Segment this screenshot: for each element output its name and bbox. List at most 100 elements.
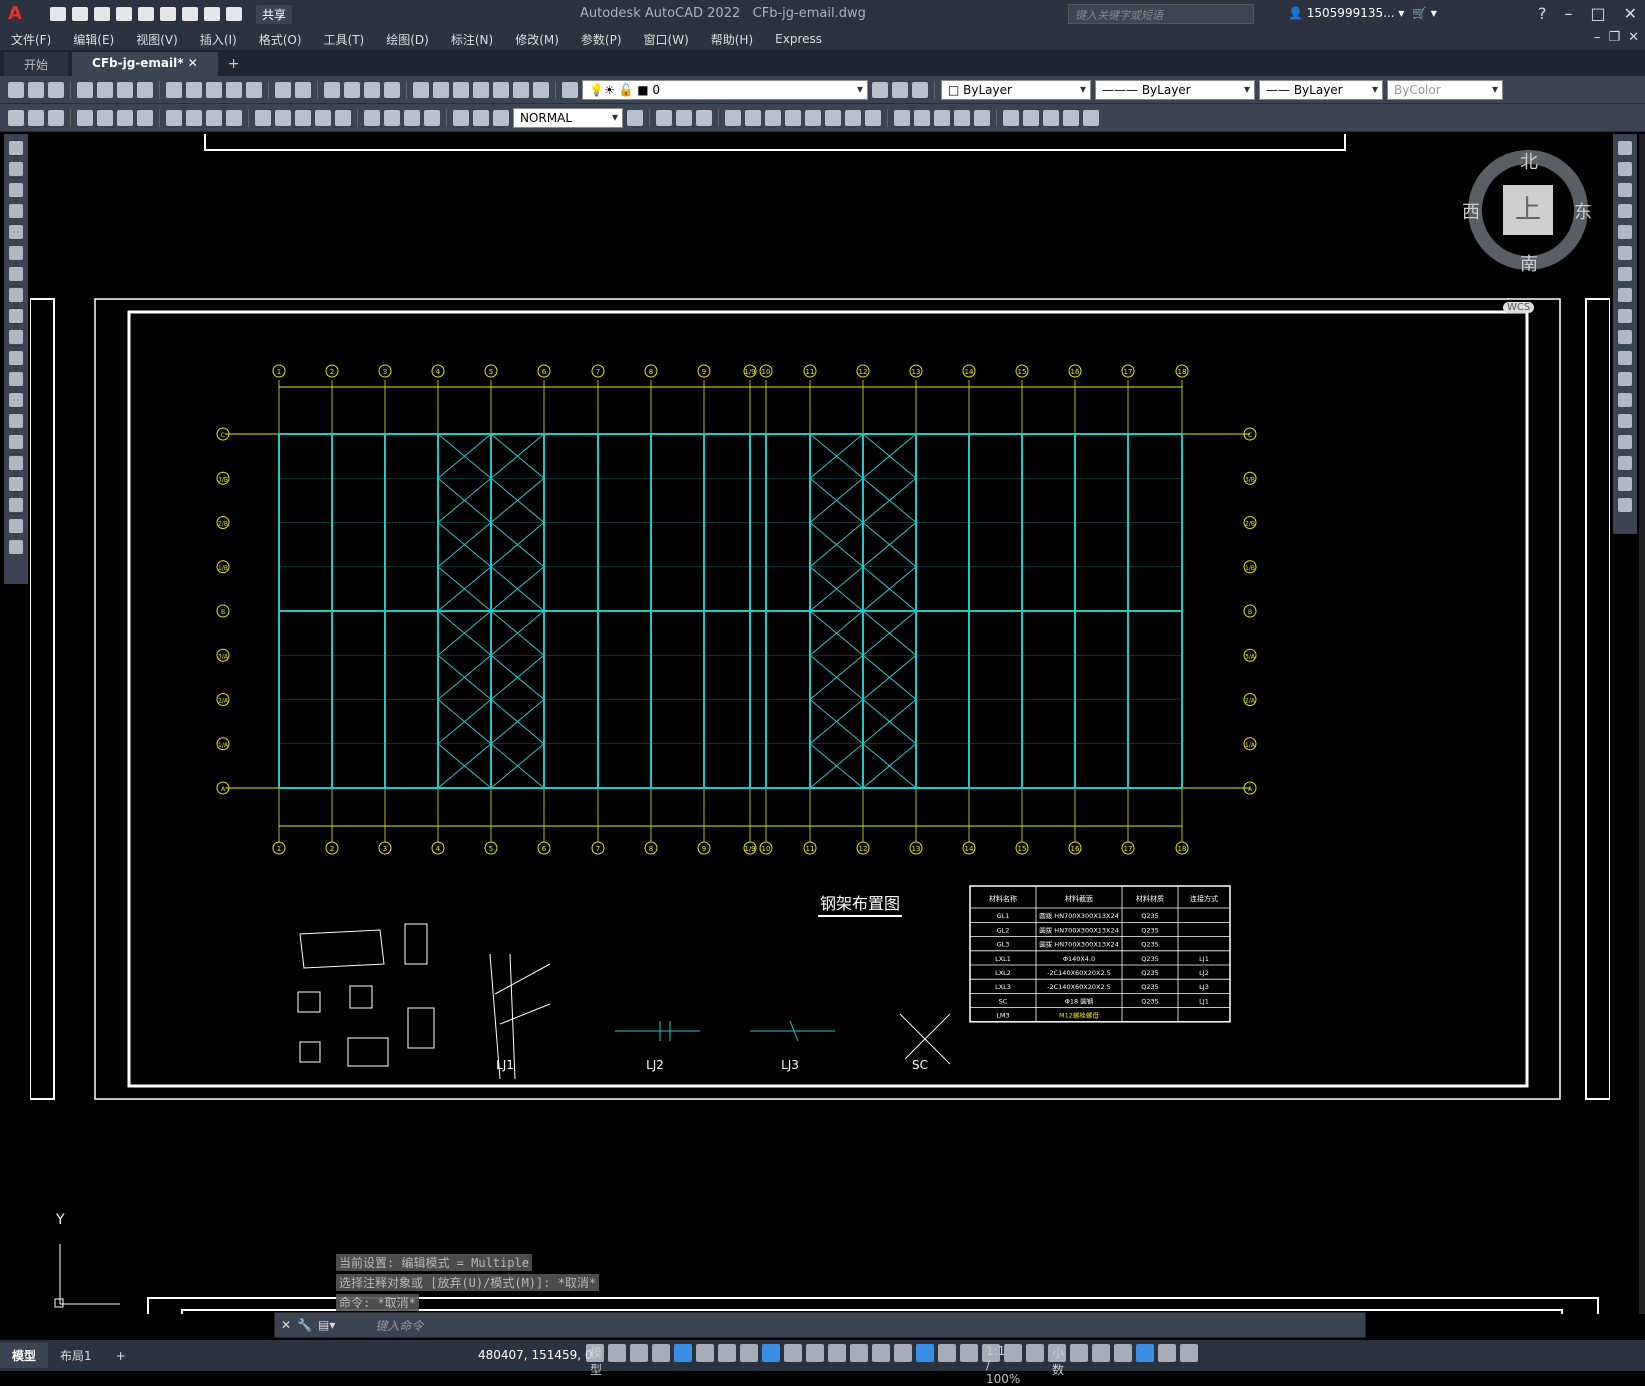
region-icon[interactable] — [1043, 109, 1059, 126]
quick-dim-icon[interactable] — [255, 109, 271, 126]
layer-previous-icon[interactable] — [892, 81, 908, 98]
rotate-right-icon[interactable] — [1618, 267, 1632, 281]
line-icon[interactable] — [9, 141, 23, 155]
hatch-left-icon[interactable] — [9, 435, 23, 449]
explode-icon[interactable] — [974, 109, 990, 126]
inspect-icon[interactable] — [404, 109, 420, 126]
close-icon[interactable]: ✕ — [1624, 4, 1637, 23]
diameter-dim-icon[interactable] — [206, 109, 222, 126]
cut-icon[interactable] — [166, 81, 182, 98]
trim-icon[interactable] — [845, 109, 861, 126]
units-dropdown[interactable]: 小数 — [1048, 1344, 1066, 1377]
polyline-icon[interactable] — [9, 183, 23, 197]
otrack-icon[interactable] — [740, 1344, 758, 1362]
construction-line-icon[interactable] — [9, 162, 23, 176]
tab-drawing[interactable]: CFb-jg-email* ✕ — [72, 52, 218, 76]
center-mark-icon[interactable] — [384, 109, 400, 126]
menu-modify[interactable]: 修改(M) — [504, 31, 570, 48]
menu-help[interactable]: 帮助(H) — [700, 31, 764, 48]
offset-icon[interactable] — [725, 109, 741, 126]
color-dropdown[interactable]: □ ByLayer — [941, 79, 1091, 100]
arc-icon[interactable] — [9, 246, 23, 260]
stretch-right-icon[interactable] — [1618, 309, 1632, 323]
insert-icon[interactable] — [9, 372, 23, 386]
3d-osnap-icon[interactable] — [850, 1344, 868, 1362]
menu-insert[interactable]: 插入(I) — [189, 31, 248, 48]
layer-dropdown[interactable]: 💡☀ 🔓 ■ 0 — [582, 79, 868, 100]
dim-space-icon[interactable] — [315, 109, 331, 126]
copy-icon[interactable] — [186, 81, 202, 98]
point-icon[interactable] — [9, 414, 23, 428]
tool-palettes-icon[interactable] — [453, 81, 469, 98]
move-right-icon[interactable] — [1618, 246, 1632, 260]
dim-text-edit-icon[interactable] — [473, 109, 489, 126]
dimstyle-dropdown[interactable]: NORMAL — [513, 107, 623, 128]
mtext-icon[interactable] — [1083, 109, 1099, 126]
gizmo-icon[interactable] — [916, 1344, 934, 1362]
tab-model[interactable]: 模型 — [0, 1343, 49, 1368]
make-block-icon[interactable] — [28, 109, 44, 126]
new-icon[interactable] — [50, 7, 66, 21]
dim-break-icon[interactable] — [335, 109, 351, 126]
ellipse-arc-icon[interactable] — [9, 351, 23, 365]
menu-express[interactable]: Express — [764, 32, 833, 46]
infer-icon[interactable] — [652, 1344, 670, 1362]
model-space-toggle[interactable]: 模型 — [586, 1344, 604, 1377]
print-preview-icon[interactable] — [97, 81, 113, 98]
save-as-icon[interactable] — [116, 7, 132, 21]
drawing-canvas[interactable]: 1122334455667788991/91/91010111112121313… — [30, 134, 1610, 1314]
menu-view[interactable]: 视图(V) — [125, 31, 189, 48]
annotation-visibility-icon[interactable] — [938, 1344, 956, 1362]
calculator-icon[interactable] — [513, 81, 529, 98]
insert-block-icon[interactable] — [8, 109, 24, 126]
ordinate-dim-icon[interactable] — [137, 109, 153, 126]
gradient-icon[interactable] — [1023, 109, 1039, 126]
zoom-previous-icon[interactable] — [384, 81, 400, 98]
qnew-icon[interactable] — [8, 81, 24, 98]
dim-update-icon[interactable] — [493, 109, 509, 126]
make-current-icon[interactable] — [872, 81, 888, 98]
help-icon[interactable]: ? — [1538, 4, 1547, 23]
zoom-realtime-icon[interactable] — [344, 81, 360, 98]
move-icon[interactable] — [765, 109, 781, 126]
undo-icon[interactable] — [204, 7, 220, 21]
pan-icon[interactable] — [324, 81, 340, 98]
undo-toolbar-icon[interactable] — [275, 81, 291, 98]
selection-filter-icon[interactable] — [894, 1344, 912, 1362]
rectangle-icon[interactable] — [9, 225, 23, 239]
region-left-icon[interactable] — [9, 477, 23, 491]
join-right-icon[interactable] — [1618, 414, 1632, 428]
erase-icon[interactable] — [656, 109, 672, 126]
menu-dimension[interactable]: 标注(N) — [440, 31, 504, 48]
properties-icon[interactable] — [413, 81, 429, 98]
fillet-right-icon[interactable] — [1618, 456, 1632, 470]
plus-icon[interactable] — [1026, 1344, 1044, 1362]
recent-cmd-icon[interactable]: ▤▾ — [318, 1318, 335, 1332]
tolerance-icon[interactable] — [364, 109, 380, 126]
minimize-icon[interactable]: – — [1564, 4, 1572, 23]
viewcube[interactable]: 上 北 南 东 西 — [1462, 150, 1592, 275]
layer-states-icon[interactable] — [912, 81, 928, 98]
polar-icon[interactable] — [696, 1344, 714, 1362]
linear-dim-icon[interactable] — [77, 109, 93, 126]
text-icon[interactable] — [9, 519, 23, 533]
snap-icon[interactable] — [630, 1344, 648, 1362]
lineweight-icon[interactable] — [784, 1344, 802, 1362]
polygon-icon[interactable] — [9, 204, 23, 218]
doc-close-icon[interactable]: ✕ — [1628, 30, 1639, 45]
graphics-performance-icon[interactable] — [1136, 1344, 1154, 1362]
open-file-icon[interactable] — [28, 81, 44, 98]
compass-south[interactable]: 南 — [1520, 250, 1538, 276]
publish-icon[interactable] — [117, 81, 133, 98]
continue-dim-icon[interactable] — [295, 109, 311, 126]
add-selected-icon[interactable] — [9, 540, 23, 554]
layer-properties-icon[interactable] — [562, 81, 578, 98]
compass-east[interactable]: 东 — [1574, 198, 1592, 224]
scale-icon[interactable] — [805, 109, 821, 126]
user-account[interactable]: 👤 1505999135... ▾ 🛒 ▾ — [1288, 6, 1437, 20]
paste-icon[interactable] — [206, 81, 222, 98]
ortho-icon[interactable] — [674, 1344, 692, 1362]
wcs-menu[interactable]: WCS — [1503, 302, 1535, 313]
aligned-dim-icon[interactable] — [97, 109, 113, 126]
plotstyle-dropdown[interactable]: ByColor — [1387, 79, 1503, 100]
